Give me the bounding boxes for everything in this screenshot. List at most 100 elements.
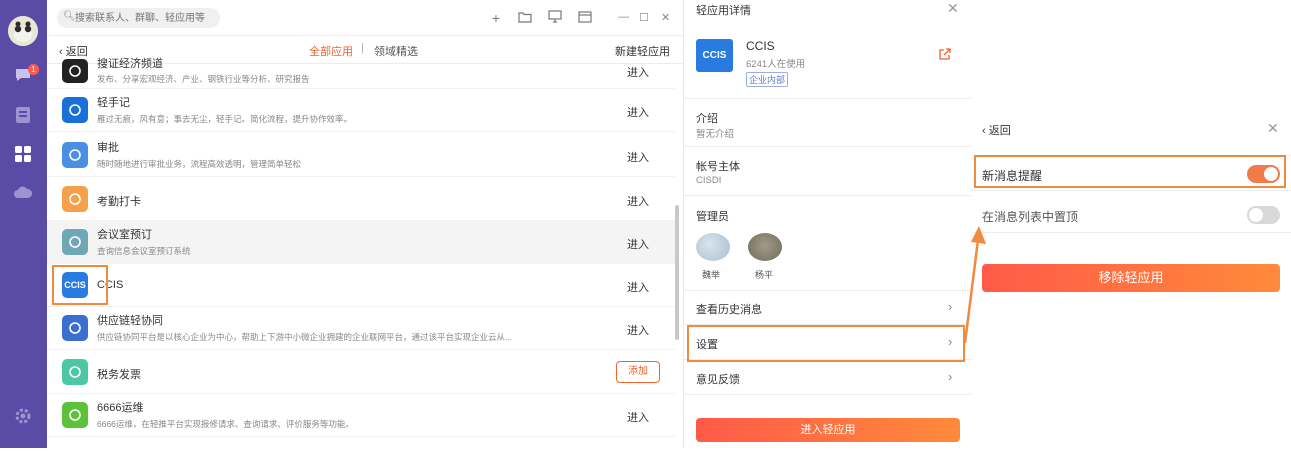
ccis-logo: CCIS — [696, 39, 733, 72]
search-box[interactable]: 🔍︎ — [57, 8, 220, 28]
screen-share-icon[interactable] — [546, 9, 564, 27]
tab-all-apps[interactable]: 全部应用 — [309, 43, 353, 59]
add-app-button[interactable]: 添加 — [616, 361, 660, 383]
enter-app-button[interactable]: 进入 — [627, 322, 649, 338]
detail-title: 轻应用详情 — [696, 5, 751, 17]
app-detail-panel: 轻应用详情 ✕ CCIS CCIS 6241人在使用 企业内部 介绍 暂无介绍 … — [683, 0, 971, 448]
app-name: 审批 — [97, 142, 119, 154]
news-icon — [62, 59, 88, 83]
new-app-button[interactable]: 新建轻应用 — [615, 43, 670, 59]
enter-app-button[interactable]: 进入 — [627, 279, 649, 295]
pin-top-row: 在消息列表中置顶 — [972, 197, 1291, 233]
app-row[interactable]: 考勤打卡 进入 — [47, 178, 675, 221]
divider — [684, 195, 971, 196]
enter-app-button[interactable]: 进入 — [627, 64, 649, 80]
plus-icon[interactable]: + — [487, 9, 505, 27]
highlight-box — [52, 265, 108, 305]
app-description: 雁过无痕，风有意；事去无尘，轻手记。简化流程，提升协作效率。 — [97, 114, 353, 124]
chevron-right-icon: › — [948, 299, 953, 314]
triangle-icon — [62, 315, 88, 341]
scrollbar[interactable] — [675, 205, 679, 340]
app-description: 发布、分享宏观经济、产业、钢铁行业等分析、研究报告 — [97, 74, 310, 84]
internal-tag: 企业内部 — [746, 72, 789, 87]
owner-label: 帐号主体 — [696, 161, 740, 173]
phone-icon — [62, 402, 88, 428]
user-count: 6241人在使用 — [746, 59, 806, 70]
maximize-icon[interactable]: ☐ — [639, 11, 649, 24]
app-row[interactable]: 供应链轻协同供应链协同平台是以核心企业为中心，帮助上下游中小微企业拥建的企业联网… — [47, 307, 675, 350]
back-link[interactable]: ‹ 返回 — [59, 43, 88, 59]
admin-avatar[interactable] — [696, 233, 730, 261]
admin-name: 魏举 — [702, 270, 721, 280]
tab-separator: | — [361, 42, 364, 54]
search-input[interactable] — [75, 10, 215, 26]
share-icon[interactable] — [938, 48, 951, 64]
enter-app-button[interactable]: 进入 — [627, 104, 649, 120]
app-name: 供应链轻协同 — [97, 315, 163, 327]
history-messages-item[interactable]: 查看历史消息 › — [684, 291, 971, 325]
highlight-box — [974, 155, 1286, 188]
unread-badge: 1 — [28, 64, 39, 75]
app-description: 随时随地进行审批业务，流程高效透明，管理简单轻松 — [97, 159, 302, 169]
app-name: 考勤打卡 — [97, 196, 141, 208]
minimize-icon[interactable]: — — [618, 11, 629, 23]
enter-app-button[interactable]: 进入 — [627, 193, 649, 209]
back-label: 返回 — [988, 125, 1011, 137]
app-description: 查询信息会议室预订系统 — [97, 246, 191, 256]
meeting-icon — [62, 229, 88, 255]
feather-icon — [62, 97, 88, 123]
intro-label: 介绍 — [696, 113, 718, 125]
toggle-knob — [1249, 208, 1263, 222]
app-name: 6666运维 — [97, 402, 144, 414]
enter-app-button[interactable]: 进入 — [627, 149, 649, 165]
tab-field-selection[interactable]: 领域精选 — [374, 43, 418, 59]
app-name: 会议室预订 — [97, 229, 152, 241]
invoice-icon — [62, 359, 88, 385]
chevron-right-icon: › — [948, 369, 953, 384]
settings-gear-icon[interactable] — [12, 405, 34, 427]
divider — [684, 98, 971, 99]
owner-value: CISDI — [696, 175, 722, 186]
app-name: 税务发票 — [97, 369, 141, 381]
app-name: 搜证经济频道 — [97, 58, 163, 70]
admin-name: 杨平 — [755, 270, 774, 280]
divider — [684, 146, 971, 147]
feedback-item[interactable]: 意见反馈 › — [684, 361, 971, 395]
app-description: 供应链协同平台是以核心企业为中心，帮助上下游中小微企业拥建的企业联网平台，通过该… — [97, 332, 513, 342]
enter-app-button[interactable]: 进入 — [627, 236, 649, 252]
app-row[interactable]: 会议室预订查询信息会议室预订系统 进入 — [47, 221, 675, 264]
top-toolbar: 🔍︎ + — ☐ ✕ — [47, 0, 683, 36]
pin-top-label: 在消息列表中置顶 — [982, 210, 1079, 224]
cloud-icon[interactable] — [12, 181, 34, 203]
enter-app-button[interactable]: 进入 — [627, 409, 649, 425]
close-window-icon[interactable]: ✕ — [661, 11, 670, 24]
app-row[interactable]: 税务发票 添加 — [47, 351, 675, 394]
app-row[interactable]: CCIS CCIS 进入 — [47, 264, 675, 307]
app-row[interactable]: 轻手记雁过无痕，风有意；事去无尘，轻手记。简化流程，提升协作效率。 进入 — [47, 89, 675, 132]
approval-icon — [62, 142, 88, 168]
app-description: 6666运维，在轻推平台实现报修请求、查询请求、评价服务等功能。 — [97, 419, 354, 429]
nav-rail: 1 — [0, 0, 47, 448]
pin-top-toggle[interactable] — [1247, 206, 1280, 224]
apps-grid-icon[interactable] — [12, 143, 34, 165]
feedback-label: 意见反馈 — [696, 374, 740, 386]
admin-avatar[interactable] — [748, 233, 782, 261]
app-row[interactable]: 搜证经济频道发布、分享宏观经济、产业、钢铁行业等分析、研究报告 进入 — [47, 58, 675, 89]
contacts-icon[interactable] — [12, 104, 34, 126]
close-icon[interactable]: ✕ — [1267, 120, 1279, 137]
folder-icon[interactable] — [516, 9, 534, 27]
remove-app-button[interactable]: 移除轻应用 — [982, 264, 1280, 292]
app-name: CCIS — [746, 39, 775, 53]
back-label: 返回 — [65, 46, 88, 58]
app-name: 轻手记 — [97, 97, 130, 109]
close-icon[interactable]: ✕ — [947, 0, 959, 17]
enter-app-button[interactable]: 进入轻应用 — [696, 418, 960, 442]
user-avatar[interactable] — [8, 16, 38, 46]
search-icon: 🔍︎ — [63, 11, 76, 22]
history-label: 查看历史消息 — [696, 304, 762, 316]
app-row[interactable]: 6666运维 6666运维，在轻推平台实现报修请求、查询请求、评价服务等功能。 进入 — [47, 394, 675, 437]
back-button[interactable]: ‹ 返回 — [982, 122, 1011, 138]
card-icon[interactable] — [576, 9, 594, 27]
app-row[interactable]: 审批随时随地进行审批业务，流程高效透明，管理简单轻松 进入 — [47, 134, 675, 177]
intro-value: 暂无介绍 — [696, 129, 735, 140]
